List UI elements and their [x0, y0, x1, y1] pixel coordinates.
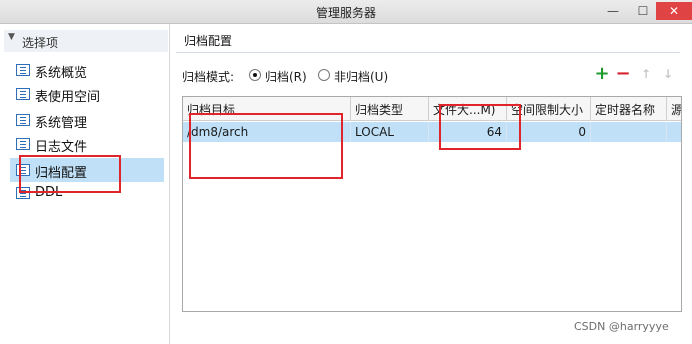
annotation-box-file-size — [439, 104, 521, 150]
column-header-source[interactable]: 源 — [667, 97, 681, 121]
cell-source[interactable] — [667, 122, 681, 142]
move-up-icon[interactable]: ↑ — [638, 66, 654, 82]
sidebar-item-label: 日志文件 — [35, 140, 88, 155]
list-icon — [16, 88, 30, 100]
panel-title: 归档配置 — [184, 34, 233, 48]
sidebar-item-system-overview[interactable]: 系统概览 — [10, 58, 164, 82]
archive-radio-label[interactable]: 归档(R) — [265, 68, 307, 85]
move-down-icon[interactable]: ↓ — [660, 66, 676, 82]
annotation-box-sidebar — [19, 155, 121, 193]
collapse-arrow-icon[interactable]: ▼ — [8, 32, 15, 42]
cell-timer-name[interactable] — [591, 122, 667, 142]
sidebar-item-log-files[interactable]: 日志文件 — [10, 132, 164, 156]
sidebar-item-label: 表使用空间 — [35, 90, 101, 105]
close-button[interactable]: ✕ — [656, 2, 692, 20]
divider — [176, 52, 680, 53]
sidebar-item-label: 系统概览 — [35, 66, 88, 81]
maximize-button[interactable]: ☐ — [634, 2, 652, 20]
sidebar-item-label: 系统管理 — [35, 116, 88, 131]
sidebar-item-system-management[interactable]: 系统管理 — [10, 108, 164, 132]
column-header-archive-type[interactable]: 归档类型 — [351, 97, 429, 121]
add-icon[interactable]: + — [594, 65, 610, 83]
column-header-timer-name[interactable]: 定时器名称 — [591, 97, 667, 121]
archive-mode-label: 归档模式: — [182, 70, 235, 84]
list-icon — [16, 138, 30, 150]
minimize-button[interactable]: — — [604, 2, 622, 20]
list-icon — [16, 114, 30, 126]
sidebar-header[interactable]: ▼ 选择项 — [4, 30, 168, 52]
sidebar-header-label: 选择项 — [22, 36, 59, 50]
window-title: 管理服务器 — [315, 6, 376, 20]
no-archive-radio[interactable] — [318, 69, 330, 81]
remove-icon[interactable]: − — [615, 65, 631, 83]
annotation-box-archive-target — [189, 113, 343, 179]
list-icon — [16, 64, 30, 76]
no-archive-radio-label[interactable]: 非归档(U) — [334, 68, 388, 85]
watermark: CSDN @harryyye — [574, 320, 669, 333]
archive-config-panel: 归档配置 归档模式: 归档(R) 非归档(U) + − ↑ ↓ 归档目标 归档类… — [172, 24, 682, 344]
archive-radio[interactable] — [249, 69, 261, 81]
window-titlebar: 管理服务器 — ☐ ✕ — [0, 0, 692, 24]
cell-archive-type[interactable]: LOCAL — [351, 122, 429, 142]
sidebar-item-table-space[interactable]: 表使用空间 — [10, 82, 164, 106]
